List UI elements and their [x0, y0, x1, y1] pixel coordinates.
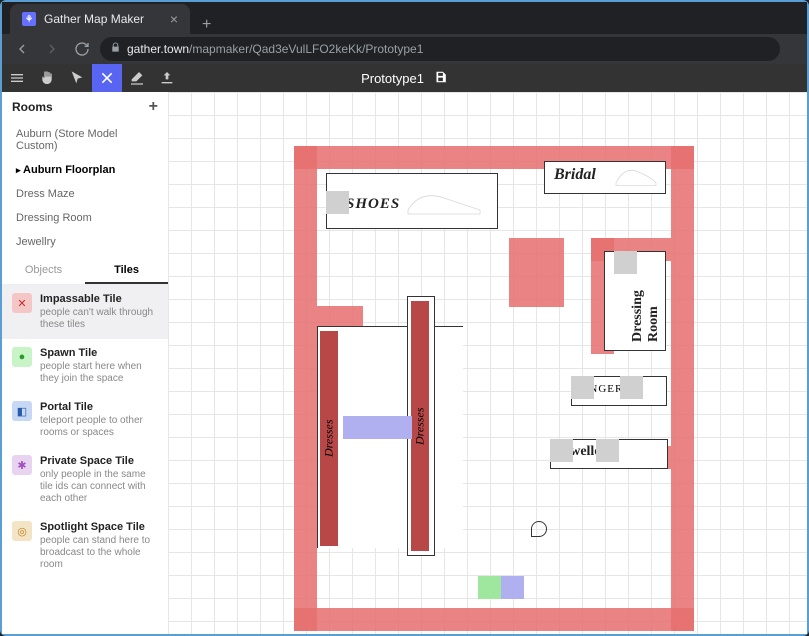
save-icon[interactable] — [434, 70, 448, 87]
spawn-tile-icon: ● — [12, 347, 32, 367]
sidebar-room-item[interactable]: Jewellry — [2, 230, 168, 254]
tile-desc: teleport people to other rooms or spaces — [40, 415, 158, 439]
tile-option-private[interactable]: ✱ Private Space Tile only people in the sa… — [2, 447, 168, 513]
tile-title: Spawn Tile — [40, 347, 158, 359]
document-title: Prototype1 — [361, 70, 448, 87]
spawn-tile — [501, 576, 524, 599]
sidebar-room-item[interactable]: Auburn (Store Model Custom) — [2, 122, 168, 158]
tile-title: Portal Tile — [40, 401, 158, 413]
private-tile-icon: ✱ — [12, 455, 32, 475]
browser-tab-strip: ⚘ Gather Map Maker × + — [2, 2, 807, 34]
forward-button[interactable] — [40, 37, 64, 61]
tile-desc: only people in the same tile ids can con… — [40, 469, 158, 505]
close-icon[interactable]: × — [170, 11, 178, 27]
sidebar-room-item[interactable]: Dress Maze — [2, 182, 168, 206]
add-room-button[interactable]: + — [149, 98, 158, 116]
map-canvas[interactable]: SHOES Bridal Dressing Room LINGERIE Jew — [168, 92, 807, 634]
reload-button[interactable] — [70, 37, 94, 61]
spawn-tile — [366, 416, 389, 439]
section-dressing-room: Dressing Room — [630, 264, 662, 342]
tile-desc: people start here when they join the spa… — [40, 361, 158, 385]
app-toolbar: Prototype1 — [2, 64, 807, 92]
stamp-tool[interactable] — [92, 64, 122, 92]
tile-desc: people can stand here to broadcast to th… — [40, 535, 158, 571]
sidebar-room-item[interactable]: Auburn Floorplan — [2, 158, 168, 182]
url-text: gather.town/mapmaker/Qad3eVulLFO2keKk/Pr… — [127, 42, 423, 56]
lock-icon — [110, 40, 121, 58]
eraser-tool[interactable] — [122, 64, 152, 92]
upload-tool[interactable] — [152, 64, 182, 92]
tile-title: Impassable Tile — [40, 293, 158, 305]
tile-title: Spotlight Space Tile — [40, 521, 158, 533]
spawn-tile — [343, 416, 366, 439]
new-tab-button[interactable]: + — [190, 16, 223, 34]
impassable-tile-icon: ✕ — [12, 293, 32, 313]
browser-tab[interactable]: ⚘ Gather Map Maker × — [10, 4, 190, 34]
tile-option-spotlight[interactable]: ◎ Spotlight Space Tile people can stand he… — [2, 513, 168, 579]
menu-button[interactable] — [2, 64, 32, 92]
floorplan: SHOES Bridal Dressing Room LINGERIE Jew — [294, 146, 694, 631]
spotlight-tile-icon: ◎ — [12, 521, 32, 541]
sidebar: Rooms + Auburn (Store Model Custom)Aubur… — [2, 92, 168, 634]
rooms-header: Rooms — [12, 100, 53, 114]
tab-favicon: ⚘ — [22, 12, 36, 26]
select-tool[interactable] — [62, 64, 92, 92]
url-input[interactable]: gather.town/mapmaker/Qad3eVulLFO2keKk/Pr… — [100, 37, 780, 61]
spawn-tile — [478, 576, 501, 599]
back-button[interactable] — [10, 37, 34, 61]
tile-title: Private Space Tile — [40, 455, 158, 467]
tab-tiles[interactable]: Tiles — [85, 258, 168, 284]
sidebar-room-item[interactable]: Dressing Room — [2, 206, 168, 230]
hand-tool[interactable] — [32, 64, 62, 92]
tile-option-portal[interactable]: ◧ Portal Tile teleport people to other roo… — [2, 393, 168, 447]
tile-desc: people can't walk through these tiles — [40, 307, 158, 331]
portal-tile-icon: ◧ — [12, 401, 32, 421]
tile-option-impassable[interactable]: ✕ Impassable Tile people can't walk throug… — [2, 285, 168, 339]
section-shoes: SHOES — [346, 196, 400, 213]
tab-title: Gather Map Maker — [44, 12, 162, 26]
browser-address-bar: gather.town/mapmaker/Qad3eVulLFO2keKk/Pr… — [2, 34, 807, 64]
tab-objects[interactable]: Objects — [2, 258, 85, 284]
spawn-tile — [389, 416, 412, 439]
section-dresses-2: Dresses — [411, 301, 429, 551]
section-bridal: Bridal — [554, 166, 596, 184]
section-dresses-1: Dresses — [320, 331, 338, 546]
tile-option-spawn[interactable]: ● Spawn Tile people start here when they j… — [2, 339, 168, 393]
